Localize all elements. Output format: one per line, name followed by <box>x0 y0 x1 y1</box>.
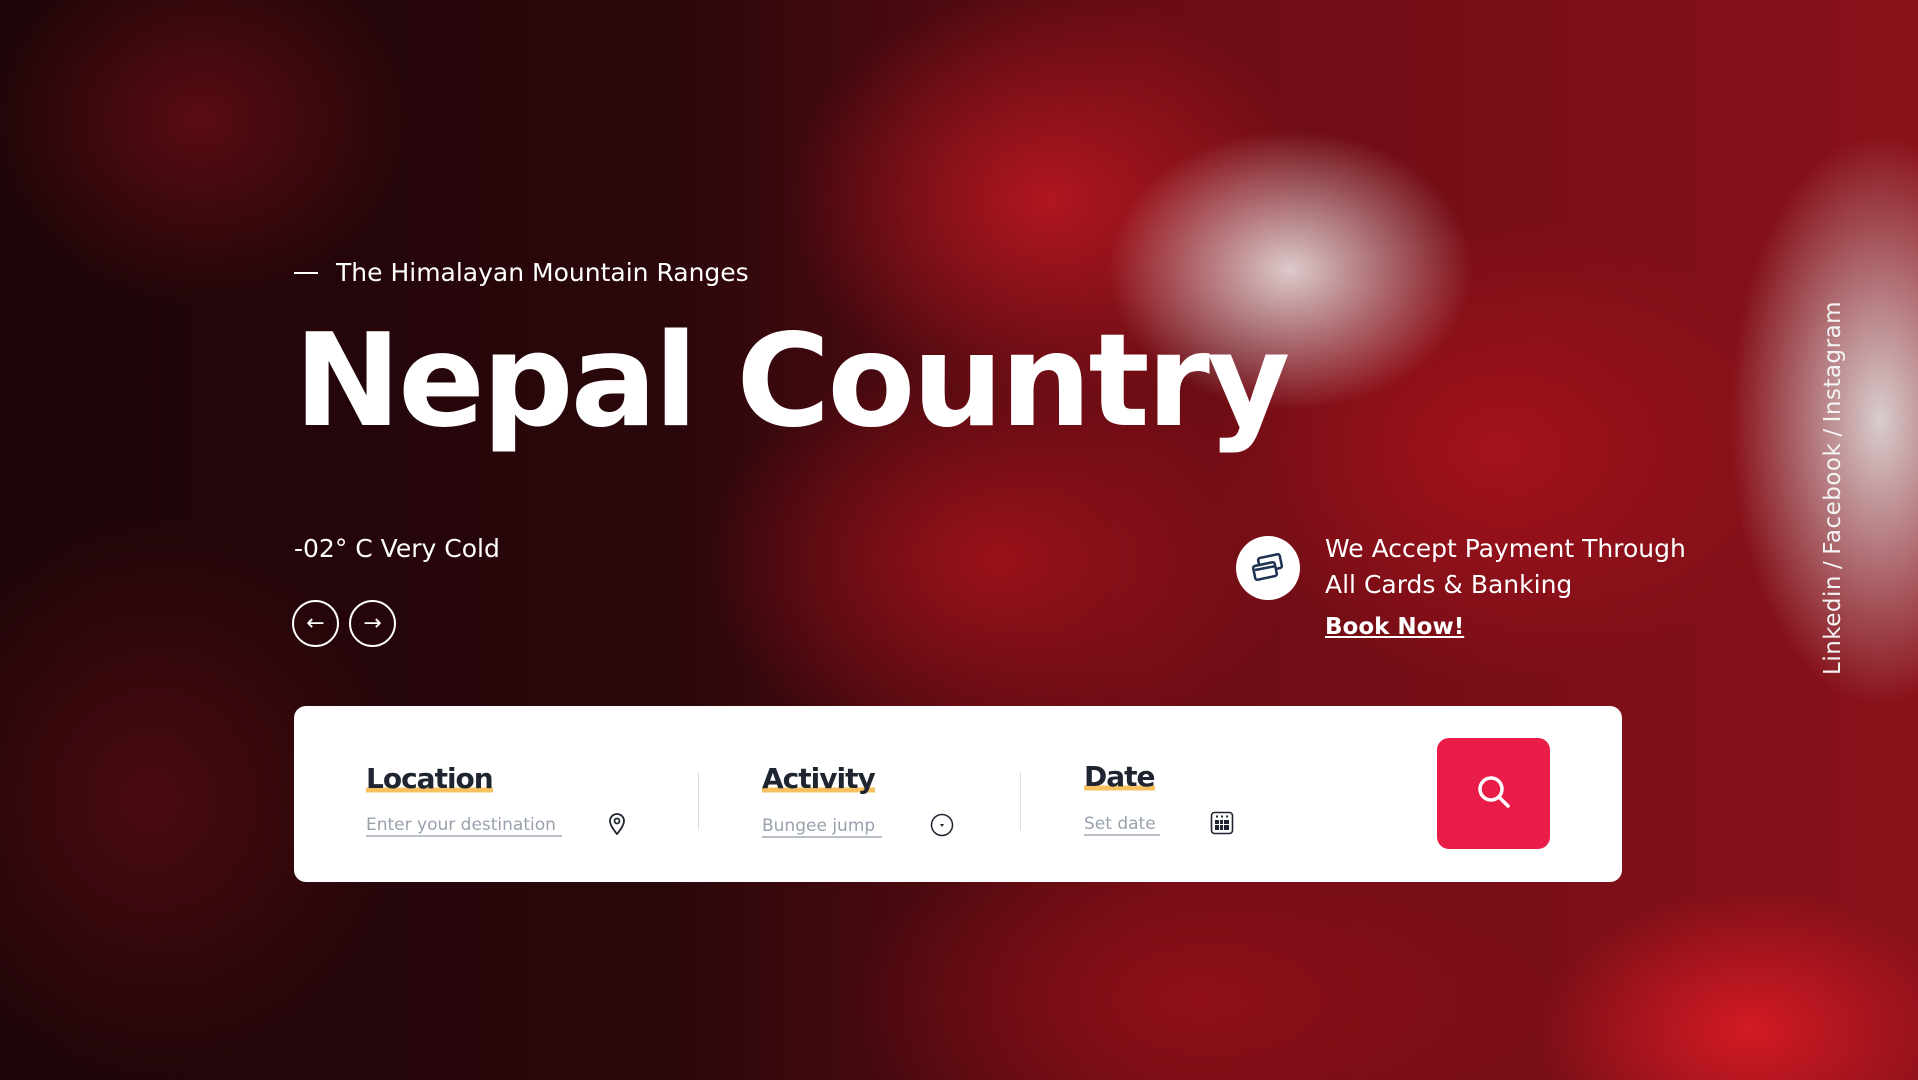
search-button[interactable] <box>1437 738 1550 849</box>
payment-line-2: All Cards & Banking <box>1325 570 1573 599</box>
divider <box>1020 772 1021 830</box>
location-label: Location <box>366 762 494 795</box>
calendar-icon[interactable] <box>1210 811 1234 839</box>
arrow-left-icon: ← <box>306 611 325 636</box>
search-icon <box>1476 774 1512 814</box>
activity-field: Activity <box>762 762 954 841</box>
date-label: Date <box>1084 760 1156 793</box>
divider <box>698 772 699 830</box>
social-links: Linkedin / Facebook / Instagram <box>1820 301 1846 675</box>
linkedin-link[interactable]: Linkedin <box>1820 575 1846 675</box>
next-button[interactable]: → <box>349 600 396 647</box>
payment-line-1: We Accept Payment Through <box>1325 534 1686 563</box>
location-field: Location <box>366 762 626 839</box>
tagline: The Himalayan Mountain Ranges <box>294 258 749 287</box>
temperature: -02° C Very Cold <box>294 534 500 563</box>
separator: / <box>1820 560 1846 569</box>
arrow-right-icon: → <box>363 611 382 636</box>
book-now-link[interactable]: Book Now! <box>1325 614 1464 640</box>
instagram-link[interactable]: Instagram <box>1820 301 1846 423</box>
activity-select[interactable] <box>762 816 882 838</box>
tagline-dash <box>294 271 318 274</box>
location-input[interactable] <box>366 815 562 837</box>
date-field: Date <box>1084 760 1234 839</box>
payment-info: We Accept Payment Through All Cards & Ba… <box>1325 531 1686 603</box>
date-input[interactable] <box>1084 814 1160 836</box>
page-title: Nepal Country <box>294 307 1290 456</box>
separator: / <box>1820 428 1846 437</box>
map-pin-icon[interactable] <box>608 813 626 839</box>
credit-cards-icon <box>1236 536 1300 600</box>
tagline-text: The Himalayan Mountain Ranges <box>336 258 749 287</box>
facebook-link[interactable]: Facebook <box>1820 443 1846 555</box>
search-card: Location Activity Date <box>294 706 1622 882</box>
dropdown-circle-icon[interactable] <box>930 813 954 841</box>
prev-button[interactable]: ← <box>292 600 339 647</box>
slider-controls: ← → <box>292 600 396 647</box>
activity-label: Activity <box>762 762 876 795</box>
